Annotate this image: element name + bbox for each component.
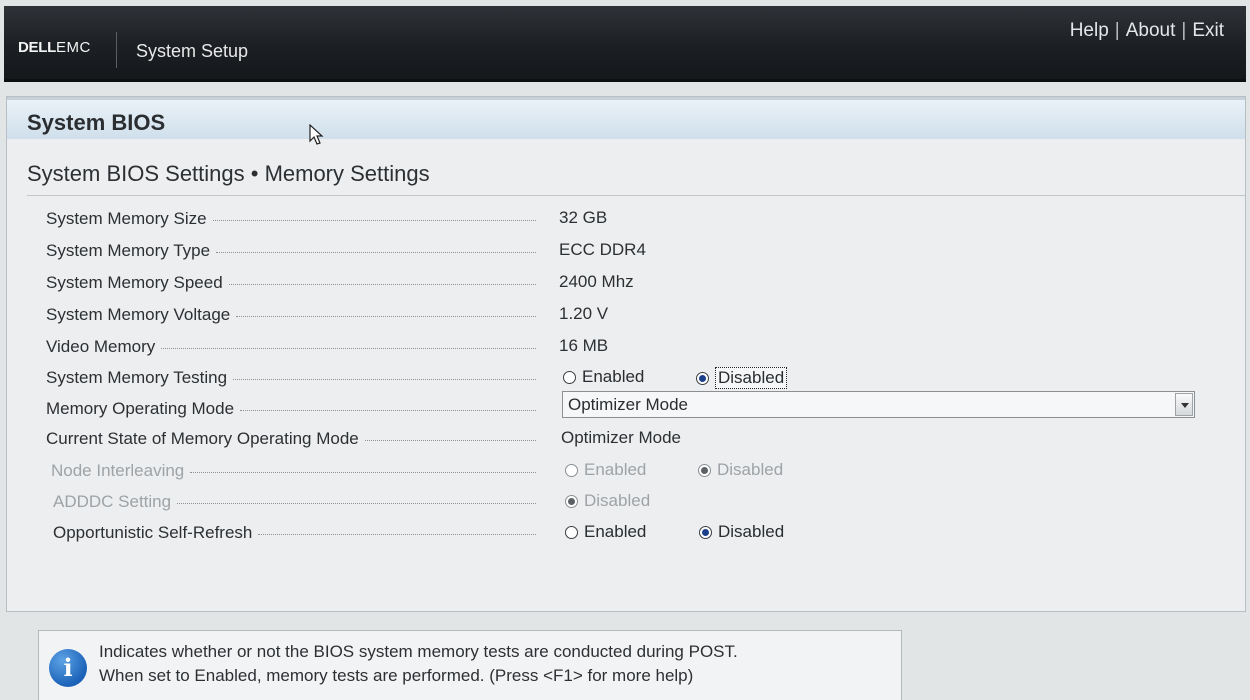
memory-testing-disabled-radio[interactable]: Disabled — [696, 367, 788, 389]
setting-label: Node Interleaving — [51, 461, 185, 480]
top-nav: Help | About | Exit — [1070, 20, 1224, 42]
exit-link[interactable]: Exit — [1192, 20, 1224, 41]
nav-separator: | — [1181, 20, 1187, 41]
leader-dots — [228, 283, 536, 285]
self-refresh-disabled-radio[interactable]: Disabled — [699, 522, 784, 542]
video-memory-value: 16 MB — [559, 336, 609, 355]
help-box: i Indicates whether or not the BIOS syst… — [38, 630, 902, 700]
page-subtitle: System BIOS Settings • Memory Settings — [27, 161, 430, 186]
setting-row-adddc: ADDDC Setting Disabled — [7, 489, 1245, 515]
setting-row-current-mode: Current State of Memory Operating Mode O… — [7, 426, 1245, 452]
setting-label: Memory Operating Mode — [46, 399, 235, 418]
memory-voltage-value: 1.20 V — [559, 304, 609, 323]
leader-dots — [177, 502, 536, 504]
radio-checked-icon — [698, 463, 711, 477]
setting-row-node-interleaving: Node Interleaving Enabled Disabled — [7, 458, 1245, 484]
header-divider — [116, 32, 117, 68]
info-icon: i — [49, 649, 87, 687]
nav-separator: | — [1114, 20, 1120, 41]
setting-label: Current State of Memory Operating Mode — [46, 429, 359, 448]
node-interleaving-enabled-radio: Enabled — [565, 460, 646, 480]
subtitle-divider — [27, 195, 1245, 196]
chevron-down-icon[interactable] — [1175, 393, 1193, 416]
radio-unchecked-icon — [563, 370, 576, 384]
setting-row-memory-testing: System Memory Testing Enabled Disabled — [7, 365, 1245, 391]
setting-row-memory-voltage: System Memory Voltage 1.20 V — [7, 302, 1245, 328]
memory-type-value: ECC DDR4 — [559, 240, 646, 259]
app-title: System Setup — [136, 41, 249, 61]
setting-label: System Memory Speed — [46, 273, 223, 292]
leader-dots — [240, 409, 536, 411]
setting-label: System Memory Voltage — [46, 305, 231, 324]
setting-label: Opportunistic Self-Refresh — [53, 523, 253, 542]
about-link[interactable]: About — [1126, 20, 1176, 41]
radio-unchecked-icon — [565, 463, 578, 477]
setting-row-video-memory: Video Memory 16 MB — [7, 334, 1245, 360]
self-refresh-enabled-radio[interactable]: Enabled — [565, 522, 646, 542]
current-mode-value: Optimizer Mode — [561, 428, 681, 447]
setting-row-memory-size: System Memory Size 32 GB — [7, 206, 1245, 232]
leader-dots — [216, 251, 536, 253]
setting-row-self-refresh: Opportunistic Self-Refresh Enabled Disab… — [7, 520, 1245, 546]
leader-dots — [212, 219, 536, 221]
leader-dots — [236, 315, 536, 317]
settings-panel: System BIOS System BIOS Settings • Memor… — [6, 96, 1246, 612]
setting-row-memory-type: System Memory Type ECC DDR4 — [7, 238, 1245, 264]
leader-dots — [364, 439, 536, 441]
leader-dots — [161, 347, 536, 349]
memory-testing-enabled-radio[interactable]: Enabled — [563, 367, 644, 387]
help-text: Indicates whether or not the BIOS system… — [99, 642, 738, 685]
leader-dots — [190, 471, 536, 473]
radio-checked-icon — [565, 494, 578, 508]
setting-label: System Memory Size — [46, 209, 207, 228]
help-link[interactable]: Help — [1070, 20, 1109, 41]
setting-label: Video Memory — [46, 337, 156, 356]
radio-checked-icon — [696, 371, 709, 385]
setting-label: ADDDC Setting — [53, 492, 172, 511]
setting-label: System Memory Testing — [46, 368, 228, 387]
setting-row-memory-speed: System Memory Speed 2400 Mhz — [7, 270, 1245, 296]
memory-speed-value: 2400 Mhz — [559, 272, 634, 291]
mouse-pointer-icon — [309, 124, 324, 145]
memory-size-value: 32 GB — [559, 208, 608, 227]
top-bar: DELLEMC System Setup Help | About | Exit — [4, 6, 1246, 82]
setting-label: System Memory Type — [46, 241, 211, 260]
memory-operating-mode-select[interactable]: Optimizer Mode — [562, 391, 1195, 418]
panel-header: System BIOS — [7, 97, 1245, 139]
radio-checked-icon — [699, 525, 712, 539]
panel-title: System BIOS — [27, 110, 166, 135]
dell-emc-logo: DELLEMC — [18, 39, 91, 56]
leader-dots — [233, 378, 536, 380]
node-interleaving-disabled-radio: Disabled — [698, 460, 783, 480]
select-value: Optimizer Mode — [568, 395, 688, 414]
radio-unchecked-icon — [565, 525, 578, 539]
adddc-disabled-radio: Disabled — [565, 491, 650, 511]
leader-dots — [258, 533, 536, 535]
